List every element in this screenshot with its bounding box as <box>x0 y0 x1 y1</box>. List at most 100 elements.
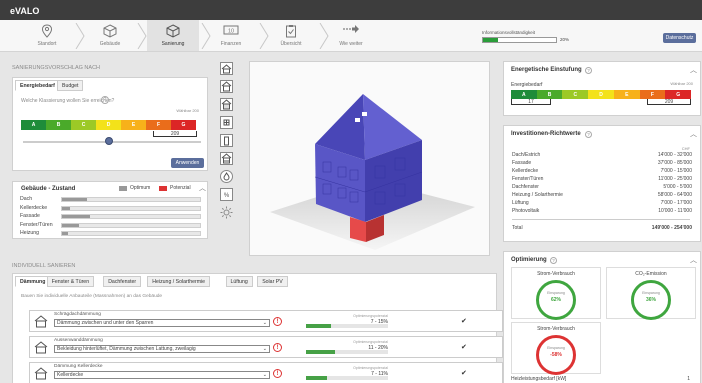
energy-class-c: C <box>562 90 589 99</box>
measure-row: Dämmung Kellerdecke Kellerdecke ⌄! Optimier… <box>29 362 503 383</box>
roof-layer-icon[interactable] <box>220 62 233 75</box>
window-layer-icon[interactable] <box>220 116 233 129</box>
facade-layer-icon[interactable] <box>220 98 233 111</box>
energy-class-c[interactable]: C <box>71 120 96 130</box>
measure-row: Aussenwanddämmung Bekleidung hinterlüftet… <box>29 336 503 358</box>
step-sanierung[interactable]: Sanierung <box>147 20 199 51</box>
house-model <box>270 94 475 250</box>
energetische-einstufung-panel: Energetische Einstufung ? ︿ Energiebedar… <box>503 61 701 116</box>
building-3d-view[interactable] <box>249 61 490 256</box>
invest-row: Dachfenster 5'000 - 5'000 <box>512 184 692 190</box>
gauge-ring: Einsparung 36% <box>631 280 671 320</box>
step-gebaeude[interactable]: Gebäude <box>85 20 135 51</box>
basement-layer-icon[interactable] <box>220 152 233 165</box>
flame-icon[interactable] <box>220 170 233 183</box>
measure-title: Aussenwanddämmung <box>54 338 103 343</box>
measure-tab[interactable]: Fenster & Türen <box>46 276 95 287</box>
help-icon[interactable]: ? <box>585 67 592 74</box>
class-hint: Wählbar 200 <box>176 108 199 113</box>
datenschutz-button[interactable]: Datenschutz <box>663 33 696 43</box>
collapse-icon[interactable]: ︿ <box>690 65 697 75</box>
layer-toolbar: % <box>218 59 249 221</box>
energy-class-f[interactable]: F <box>146 120 171 130</box>
divider <box>512 219 690 220</box>
gauge-ring: Einsparung 62% <box>536 280 576 320</box>
zustand-bar-fill <box>62 206 71 210</box>
info-icon[interactable]: ! <box>273 317 282 326</box>
gauge-card: Strom-Verbrauch Einsparung -58% <box>511 322 601 375</box>
zustand-row-label: Dach <box>20 196 33 202</box>
energy-class-a: A <box>511 90 537 99</box>
energy-class-scale[interactable]: ABCDEFG <box>21 120 196 130</box>
chevron-down-icon: ⌄ <box>262 372 267 378</box>
energy-class-d: D <box>588 90 614 99</box>
energy-class-d[interactable]: D <box>96 120 121 130</box>
zustand-bar-fill <box>62 215 90 218</box>
measure-select[interactable]: Kellerdecke ⌄ <box>54 371 270 379</box>
step-wie-weiter[interactable]: Wie weiter <box>326 20 376 51</box>
collapse-icon[interactable]: ︿ <box>199 183 206 193</box>
collapse-icon[interactable]: ︿ <box>690 255 697 265</box>
invest-row: Heizung / Solarthermie 58'000 - 64'000 <box>512 192 692 198</box>
zustand-row-label: Fenster/Türen <box>20 221 53 228</box>
checkmark-icon[interactable]: ✔ <box>461 369 467 377</box>
step-label: Wie weiter <box>339 41 363 47</box>
gauge-value: -58% <box>550 352 562 358</box>
zustand-bar-fill <box>62 223 79 227</box>
step-label: Übersicht <box>280 41 302 47</box>
measure-tab[interactable]: Dachfenster <box>103 276 142 287</box>
attic-layer-icon[interactable] <box>220 80 233 93</box>
class-slider-handle[interactable] <box>105 137 113 145</box>
energy-class-a[interactable]: A <box>21 120 46 130</box>
tab-energiebedarf[interactable]: Energiebedarf <box>15 80 60 91</box>
step-label: Gebäude <box>99 41 121 47</box>
help-icon[interactable]: ? <box>585 131 592 138</box>
target-class-value: 209 <box>153 131 197 137</box>
invest-row-value: 7'000 - 17'000 <box>660 200 692 206</box>
step-uebersicht[interactable]: Übersicht <box>266 20 316 51</box>
measure-tab[interactable]: Dämmung <box>15 276 51 287</box>
info-icon[interactable]: ! <box>273 369 282 378</box>
checkmark-icon[interactable]: ✔ <box>461 343 467 351</box>
invest-row-label: Dach/Estrich <box>512 152 541 158</box>
energy-class-b[interactable]: B <box>46 120 71 130</box>
measure-caption: Optimierungspotenzial <box>353 340 388 344</box>
apply-button[interactable]: Anwenden <box>171 158 204 168</box>
step-label: Sanierung <box>161 41 185 47</box>
invest-total-label: Total <box>512 225 523 231</box>
measure-tab[interactable]: Lüftung <box>225 276 253 287</box>
measure-progress-fill <box>306 376 327 380</box>
zustand-bar <box>61 222 201 228</box>
energy-class-e[interactable]: E <box>121 120 146 130</box>
invest-row: Photovoltaik 10'000 - 11'000 <box>512 208 692 214</box>
sun-icon[interactable] <box>220 206 233 219</box>
energy-rating-scale: ABCDEFG <box>511 90 692 99</box>
checkmark-icon[interactable]: ✔ <box>461 317 467 325</box>
measure-select[interactable]: Bekleidung hinterlüftet, Dämmung zwische… <box>54 345 270 353</box>
gauge-caption: Einsparung <box>547 291 565 295</box>
invest-row: Lüftung 7'000 - 17'000 <box>512 200 692 206</box>
heizleistung-label: Heizleistungsbedarf [kW] <box>511 376 567 382</box>
zustand-bar-fill <box>62 232 68 235</box>
step-standort[interactable]: Standort <box>22 20 72 51</box>
ventilation-icon[interactable]: % <box>220 188 233 201</box>
tab-budget[interactable]: Budget <box>57 80 84 91</box>
chevron-right-icon <box>75 23 85 49</box>
help-icon[interactable]: ? <box>101 96 109 104</box>
step-finanzen[interactable]: 10 Finanzen <box>206 20 256 51</box>
gauge-label: Strom-Verbrauch <box>537 326 575 332</box>
zustand-row-label: Kellerdecke <box>20 204 48 211</box>
measure-tab[interactable]: Heizung / Solarthermie <box>147 276 211 287</box>
wizard-steps: Standort Gebäude Sanierung 10 Finanzen Ü… <box>0 20 702 52</box>
measure-tab[interactable]: Solar PV <box>257 276 288 287</box>
door-layer-icon[interactable] <box>220 134 233 147</box>
zustand-row-label: Heizung <box>20 230 40 236</box>
help-icon[interactable]: ? <box>550 257 557 264</box>
measure-select-value: Bekleidung hinterlüftet, Dämmung zwische… <box>57 346 196 352</box>
info-icon[interactable]: ! <box>273 343 282 352</box>
investitionen-panel: Investitionen-Richtwerte ? ︿ CHF Dach/Es… <box>503 125 701 242</box>
energy-class-g[interactable]: G <box>171 120 196 130</box>
invest-unit: CHF <box>681 146 690 151</box>
measure-select[interactable]: Dämmung zwischen und unter den Sparren ⌄ <box>54 319 270 327</box>
collapse-icon[interactable]: ︿ <box>690 129 697 139</box>
